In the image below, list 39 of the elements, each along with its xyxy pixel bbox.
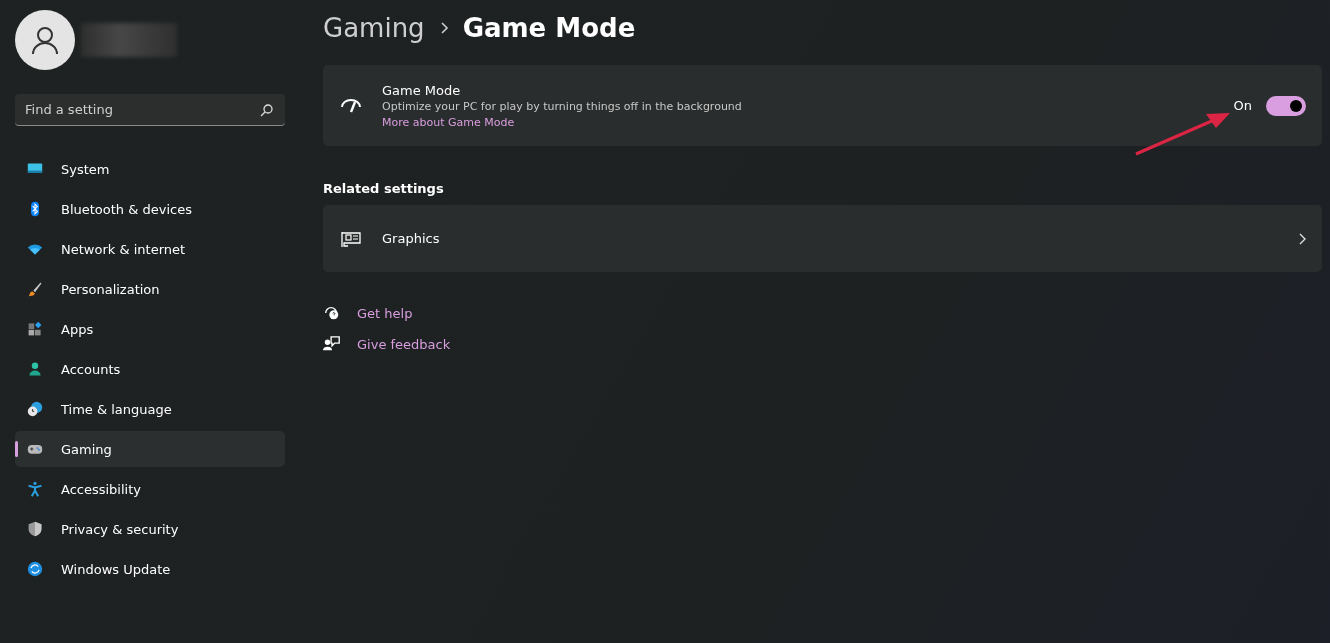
toggle-switch[interactable] (1266, 95, 1306, 116)
nav-item[interactable]: Personalization (15, 271, 285, 307)
help-link[interactable]: Give feedback (357, 336, 451, 352)
person-icon (30, 25, 60, 55)
setting-title: Game Mode (382, 82, 462, 98)
nav-item[interactable]: Network & internet (15, 231, 285, 267)
feedback-icon (323, 335, 341, 353)
nav-icon (27, 281, 43, 297)
nav-icon (27, 561, 43, 577)
nav-icon (27, 521, 43, 537)
section-heading: Related settings (323, 181, 445, 196)
nav-item[interactable]: Windows Update (15, 551, 285, 587)
toggle-state-label: On (1233, 98, 1252, 113)
setting-row[interactable]: Graphics (323, 205, 1322, 272)
nav-item[interactable]: Bluetooth & devices (15, 191, 285, 227)
nav-item[interactable]: Accounts (15, 351, 285, 387)
selection-indicator (15, 441, 18, 457)
nav-icon (27, 481, 43, 497)
nav-item[interactable]: Apps (15, 311, 285, 347)
avatar[interactable] (15, 10, 75, 70)
nav-icon (27, 321, 43, 337)
page-title: Game Mode (462, 13, 636, 43)
help-icon (323, 304, 341, 322)
nav-icon (27, 361, 43, 377)
learn-more-link[interactable]: More about Game Mode (382, 115, 515, 129)
breadcrumb-parent[interactable]: Gaming (323, 13, 425, 43)
chevron-icon (1298, 231, 1306, 246)
chevron-icon (438, 21, 449, 35)
nav-item[interactable]: Privacy & security (15, 511, 285, 547)
setting-description: Optimize your PC for play by turning things off in the background (382, 99, 743, 113)
nav-item[interactable]: Accessibility (15, 471, 285, 507)
help-link[interactable]: Get help (357, 305, 413, 321)
nav-item[interactable]: Time & language (15, 391, 285, 427)
nav-icon (27, 401, 43, 417)
nav-item[interactable]: System (15, 151, 285, 187)
search-icon (260, 104, 273, 117)
search-field[interactable]: Find a setting (15, 94, 285, 126)
nav-item[interactable]: Gaming (15, 431, 285, 467)
setting-title: Graphics (382, 231, 441, 246)
